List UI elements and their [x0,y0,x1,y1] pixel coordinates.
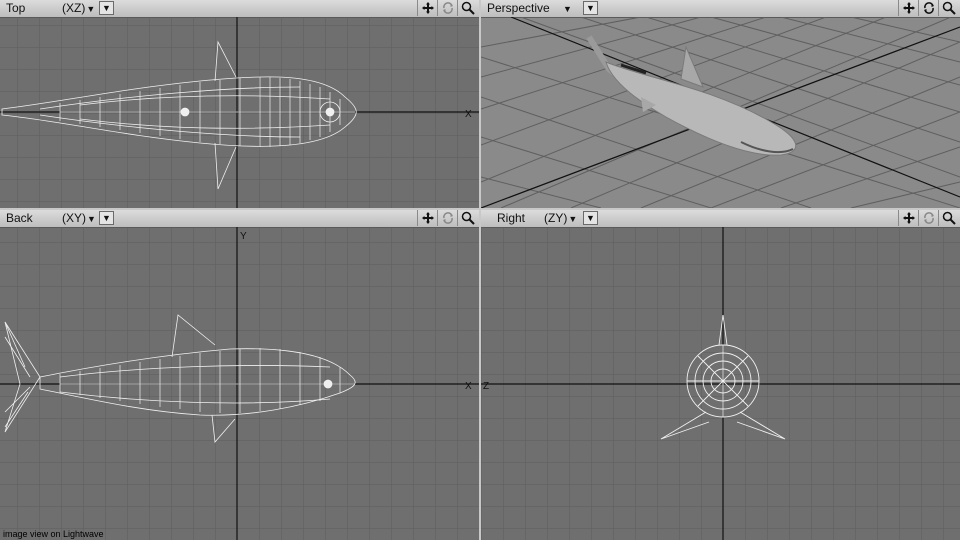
view-options-button[interactable]: ▼ [99,1,114,15]
axis-label-z: Z [483,381,489,392]
caption: image view on Lightwave [3,529,104,539]
viewport-header: Right (ZY)▼ ▼ [481,210,960,228]
axis-label-y: Y [240,231,247,242]
view-mode-label[interactable]: Top [6,1,25,15]
zoom-view-icon[interactable] [457,0,477,16]
axis-label-x: X [465,381,472,392]
chevron-down-icon: ▼ [87,214,96,224]
chevron-down-icon: ▼ [86,4,96,14]
projection-dropdown[interactable]: (XZ)▼ [62,1,95,15]
view-mode-label[interactable]: Back [6,211,33,225]
viewport-right[interactable]: Right (ZY)▼ ▼ Z [481,210,960,540]
rotate-view-icon[interactable] [918,0,938,16]
viewport-back[interactable]: Back (XY)▼ ▼ Y X image view on Lightwave [0,210,479,540]
projection-dropdown[interactable]: (ZY)▼ [544,211,577,225]
chevron-down-icon: ▼ [586,213,595,223]
viewport-canvas[interactable]: Z [481,227,960,540]
chevron-down-icon: ▼ [568,214,578,224]
viewport-perspective[interactable]: Perspective ▼ ▼ [481,0,960,208]
projection-dropdown[interactable]: (XY)▼ [62,211,96,225]
viewport-header: Back (XY)▼ ▼ [0,210,479,228]
chevron-down-icon: ▼ [563,4,572,14]
move-view-icon[interactable] [417,0,437,16]
chevron-down-icon: ▼ [586,3,595,13]
viewport-header: Top (XZ)▼ ▼ [0,0,479,18]
move-view-icon[interactable] [898,210,918,226]
viewport-top[interactable]: Top (XZ)▼ ▼ X [0,0,479,208]
view-mode-label[interactable]: Right [497,211,525,225]
rotate-view-icon[interactable] [437,0,457,16]
view-options-button[interactable]: ▼ [99,211,114,225]
viewport-canvas[interactable]: Y X [0,227,479,540]
viewport-header: Perspective ▼ ▼ [481,0,960,18]
viewport-canvas[interactable]: X [0,17,479,208]
axis-label-x: X [465,109,472,120]
view-options-button[interactable]: ▼ [583,1,598,15]
view-options-button[interactable]: ▼ [583,211,598,225]
move-view-icon[interactable] [417,210,437,226]
viewport-canvas[interactable] [481,17,960,208]
chevron-down-icon: ▼ [102,213,111,223]
rotate-view-icon[interactable] [437,210,457,226]
zoom-view-icon[interactable] [457,210,477,226]
chevron-down-icon: ▼ [102,3,111,13]
zoom-view-icon[interactable] [938,210,958,226]
move-view-icon[interactable] [898,0,918,16]
view-mode-dropdown[interactable]: Perspective ▼ [487,1,572,15]
zoom-view-icon[interactable] [938,0,958,16]
rotate-view-icon[interactable] [918,210,938,226]
